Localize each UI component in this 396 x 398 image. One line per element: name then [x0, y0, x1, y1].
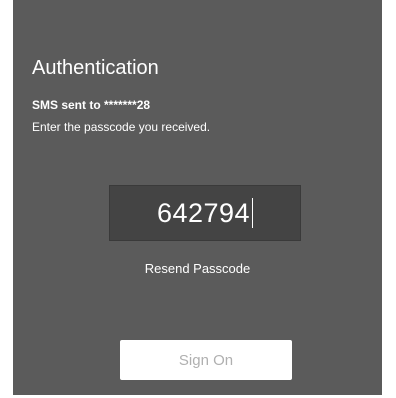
text-caret	[252, 198, 254, 228]
page-title: Authentication	[32, 57, 159, 79]
passcode-value: 642794	[156, 197, 251, 228]
sms-status-text: SMS sent to *******28	[32, 98, 151, 112]
passcode-input[interactable]: 642794	[109, 185, 301, 241]
resend-passcode-link[interactable]: Resend Passcode	[13, 261, 382, 276]
sign-on-button[interactable]: Sign On	[120, 340, 292, 380]
instruction-text: Enter the passcode you received.	[32, 120, 211, 134]
auth-panel: Authentication SMS sent to *******28 Ent…	[13, 0, 382, 395]
